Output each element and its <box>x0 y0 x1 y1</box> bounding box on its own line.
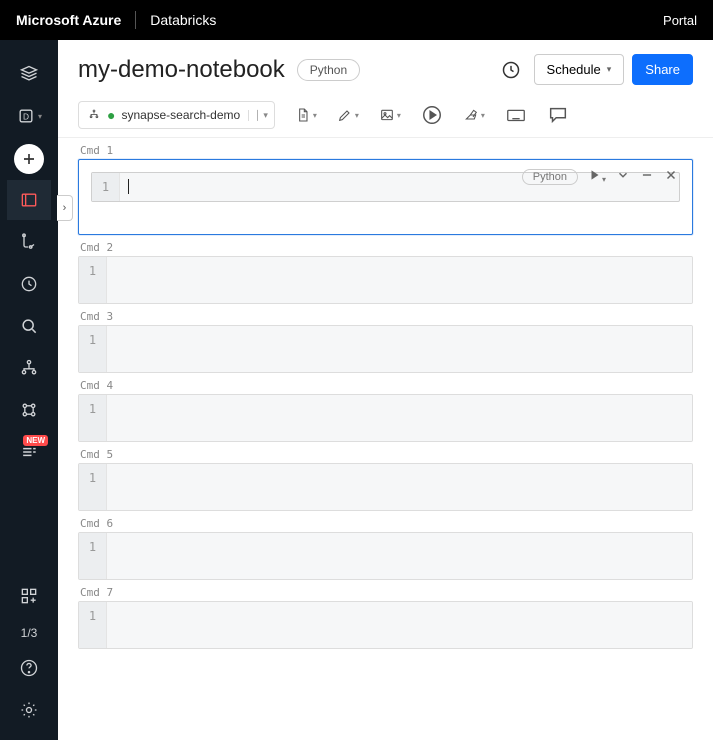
notebook-cell[interactable]: 1 <box>78 256 693 304</box>
cluster-attach[interactable]: ● synapse-search-demo │ ▾ <box>78 101 275 129</box>
portal-link[interactable]: Portal <box>663 13 697 28</box>
keyboard-icon[interactable] <box>505 104 527 126</box>
share-button[interactable]: Share <box>632 54 693 85</box>
line-number-gutter: 1 <box>79 395 107 441</box>
notebook-scroll[interactable]: › Cmd 1Python▾1Cmd 21Cmd 31Cmd 41Cmd 51C… <box>58 138 713 740</box>
code-editor[interactable] <box>107 464 692 510</box>
recents-icon[interactable] <box>7 264 51 304</box>
product-label: Databricks <box>150 12 216 28</box>
sidebar: D ▾ NEW 1/3 <box>0 40 58 740</box>
cell-body[interactable]: 1 <box>79 533 692 579</box>
experiments-icon[interactable] <box>7 576 51 616</box>
cell-body[interactable]: 1 <box>79 257 692 303</box>
sidebar-counter: 1/3 <box>21 618 38 648</box>
file-icon[interactable]: ▾ <box>295 104 317 126</box>
cluster-name: synapse-search-demo <box>121 108 240 122</box>
cell-label: Cmd 2 <box>80 241 693 254</box>
schedule-button[interactable]: Schedule▾ <box>534 54 625 85</box>
text-cursor <box>128 179 129 194</box>
chevron-down-icon[interactable] <box>616 168 630 185</box>
expand-sidebar-tab[interactable]: › <box>58 195 73 221</box>
header-divider <box>135 11 136 29</box>
comments-icon[interactable] <box>547 104 569 126</box>
workspace-icon[interactable]: D ▾ <box>7 96 51 136</box>
image-icon[interactable]: ▾ <box>379 104 401 126</box>
repos-icon[interactable] <box>7 222 51 262</box>
cell-label: Cmd 7 <box>80 586 693 599</box>
notebook-toolbar: ● synapse-search-demo │ ▾ ▾ ▾ ▾ ▾ <box>58 95 713 138</box>
schedule-label: Schedule <box>547 62 601 77</box>
workspace-nav-icon[interactable] <box>7 180 51 220</box>
cell-label: Cmd 4 <box>80 379 693 392</box>
cell-language-pill[interactable]: Python <box>522 169 578 185</box>
edit-icon[interactable]: ▾ <box>337 104 359 126</box>
title-row: my-demo-notebook Python Schedule▾ Share <box>58 40 713 89</box>
line-number-gutter: 1 <box>79 326 107 372</box>
line-number-gutter: 1 <box>79 464 107 510</box>
workflows-icon[interactable]: NEW <box>7 432 51 472</box>
code-editor[interactable] <box>107 602 692 648</box>
notebook-cell[interactable]: 1 <box>78 325 693 373</box>
notebook-cell[interactable]: 1 <box>78 532 693 580</box>
line-number-gutter: 1 <box>92 173 120 201</box>
run-cell-icon[interactable]: ▾ <box>588 168 606 185</box>
notebook-cell[interactable]: Python ▾ 1 <box>78 159 693 235</box>
cell-body[interactable]: 1 <box>79 464 692 510</box>
code-editor[interactable] <box>107 257 692 303</box>
notebook-cell[interactable]: 1 <box>78 463 693 511</box>
line-number-gutter: 1 <box>79 602 107 648</box>
cell-label: Cmd 6 <box>80 517 693 530</box>
code-editor[interactable] <box>107 533 692 579</box>
clear-icon[interactable]: ▾ <box>463 104 485 126</box>
search-icon[interactable] <box>7 306 51 346</box>
cell-toolbar: Python ▾ <box>522 168 678 185</box>
code-editor[interactable] <box>107 326 692 372</box>
chevron-down-icon: │ ▾ <box>248 110 268 121</box>
new-badge: NEW <box>23 435 48 446</box>
cells-container: Cmd 1 Python ▾ 1 Cmd 2 1 Cmd 3 1 Cmd 4 1 Cmd 5 1 Cmd… <box>58 144 713 669</box>
cluster-status-dot: ● <box>107 107 115 123</box>
notebook-title[interactable]: my-demo-notebook <box>78 56 285 84</box>
code-editor[interactable] <box>107 395 692 441</box>
settings-icon[interactable] <box>7 690 51 730</box>
top-header: Microsoft Azure Databricks Portal <box>0 0 713 40</box>
notebook-cell[interactable]: 1 <box>78 601 693 649</box>
brand-label: Microsoft Azure <box>16 12 121 28</box>
notebook-cell[interactable]: 1 <box>78 394 693 442</box>
logo-icon[interactable] <box>7 54 51 94</box>
cell-label: Cmd 1 <box>80 144 693 157</box>
revision-history-icon[interactable] <box>498 57 524 83</box>
main-area: my-demo-notebook Python Schedule▾ Share … <box>58 40 713 740</box>
cell-body[interactable]: 1 <box>79 395 692 441</box>
cell-label: Cmd 3 <box>80 310 693 323</box>
data-icon[interactable] <box>7 348 51 388</box>
svg-text:D: D <box>23 111 29 121</box>
run-all-icon[interactable] <box>421 104 443 126</box>
close-icon[interactable] <box>664 168 678 185</box>
cell-body[interactable]: 1 <box>79 602 692 648</box>
language-pill[interactable]: Python <box>297 59 360 81</box>
line-number-gutter: 1 <box>79 533 107 579</box>
cell-label: Cmd 5 <box>80 448 693 461</box>
compute-icon[interactable] <box>7 390 51 430</box>
help-icon[interactable] <box>7 648 51 688</box>
line-number-gutter: 1 <box>79 257 107 303</box>
minimize-icon[interactable] <box>640 168 654 185</box>
create-button[interactable] <box>14 144 44 174</box>
cell-body[interactable]: 1 <box>79 326 692 372</box>
